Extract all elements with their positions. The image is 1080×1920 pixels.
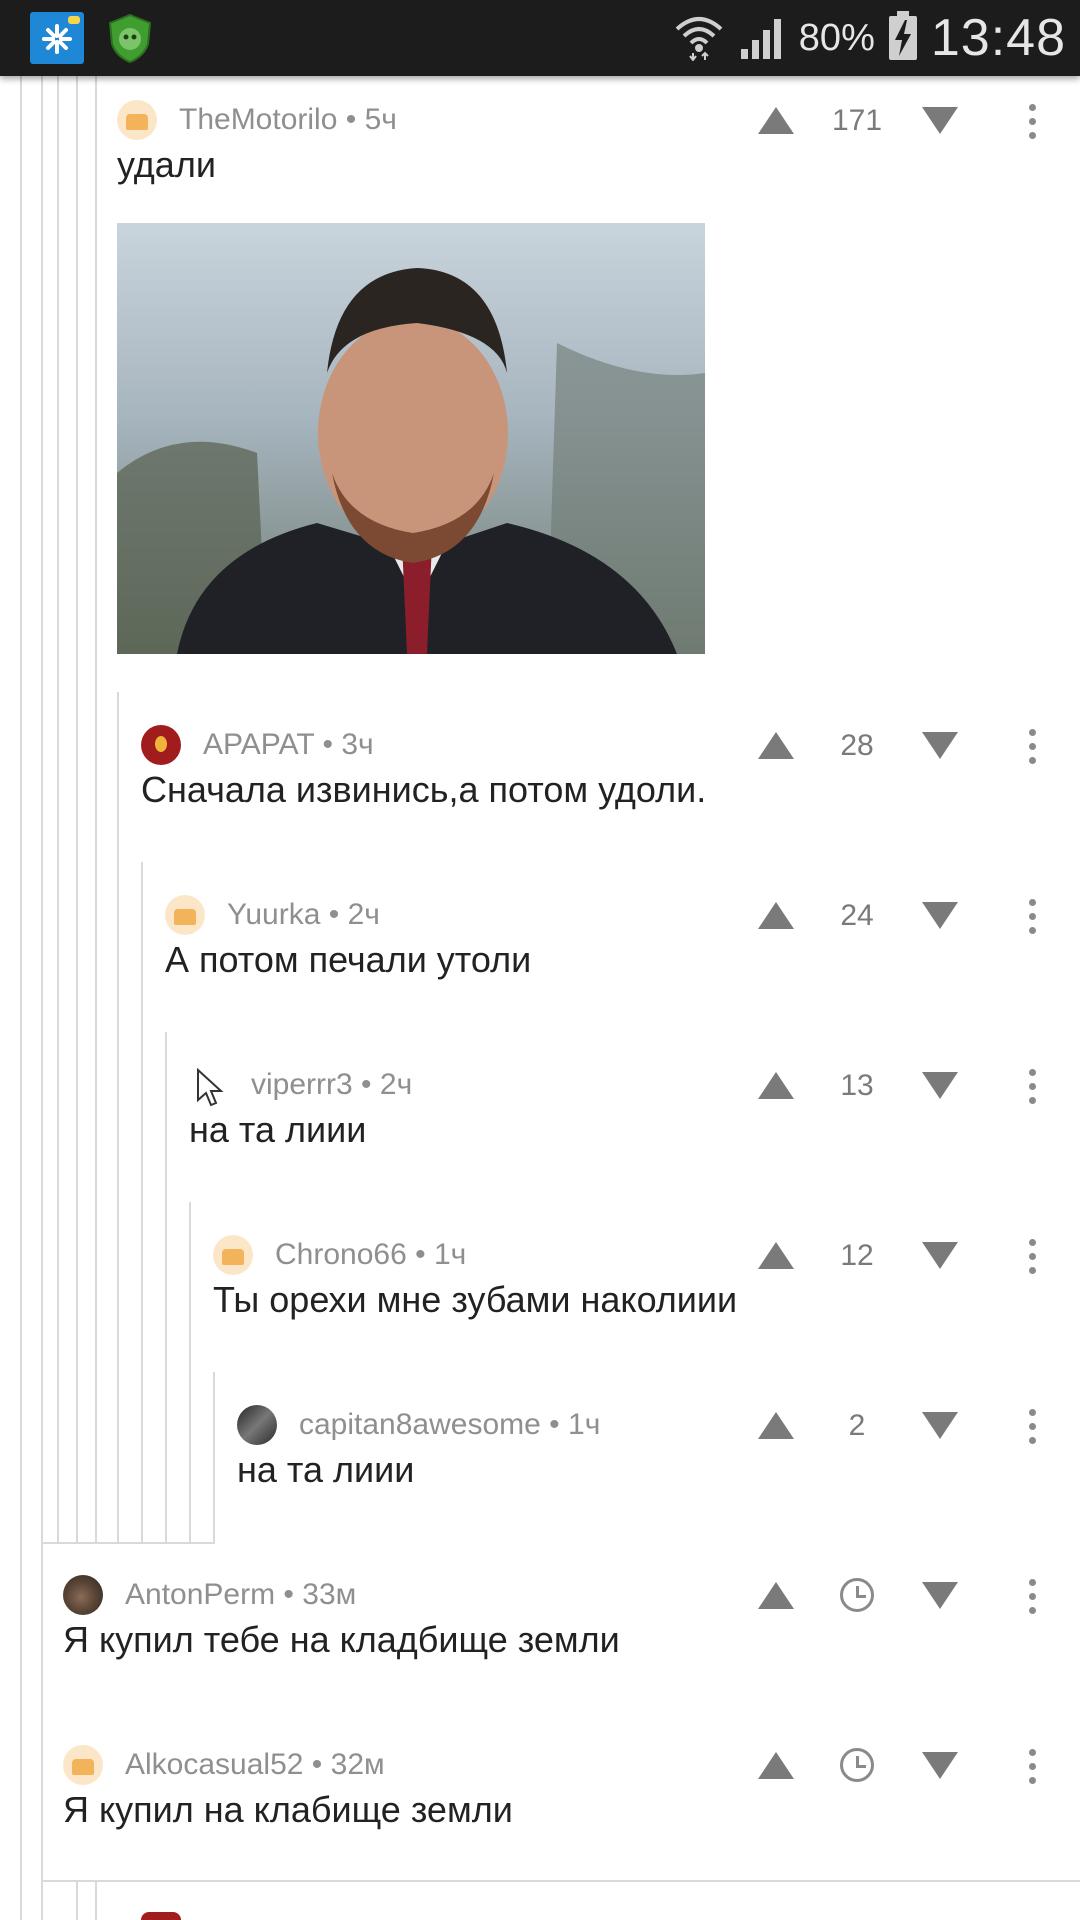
signal-icon [737, 11, 787, 66]
comment-time: 5ч [364, 103, 397, 136]
upvote-icon[interactable] [758, 1072, 794, 1099]
thread-line [76, 76, 78, 1544]
comment-author[interactable]: AntonPerm • 33м [125, 1578, 356, 1612]
thread-line [95, 1882, 97, 1920]
upvote-icon[interactable] [758, 1582, 794, 1609]
thread-line [20, 76, 22, 1920]
more-icon[interactable] [1029, 729, 1037, 765]
thread-line [41, 76, 43, 1920]
upvote-icon[interactable] [758, 732, 794, 759]
clock-icon [840, 1578, 874, 1612]
vote-count: 171 [831, 104, 883, 137]
downvote-icon[interactable] [922, 1412, 958, 1439]
comment-author[interactable]: capitan8awesome • 1ч [299, 1408, 600, 1442]
comment-text: Я купил на клабище земли [63, 1789, 513, 1830]
status-bar: 80% 13:48 [0, 0, 1080, 76]
user-avatar[interactable] [117, 100, 157, 140]
user-avatar[interactable] [237, 1405, 277, 1445]
user-avatar[interactable] [213, 1235, 253, 1275]
comment-text: на та лиии [237, 1449, 415, 1490]
more-icon[interactable] [1029, 1749, 1037, 1785]
comment-author[interactable]: Yuurka • 2ч [227, 898, 380, 932]
vote-count: 13 [840, 1069, 874, 1102]
author-name[interactable]: APAPAT [203, 728, 314, 761]
author-name[interactable]: TheMotorilo [179, 103, 337, 136]
comment-time: 1ч [433, 1238, 467, 1271]
battery-charging-icon [887, 10, 919, 67]
battery-percent: 80% [798, 16, 875, 59]
author-name[interactable]: Chrono66 [275, 1238, 407, 1271]
vote-count: 24 [840, 899, 874, 932]
downvote-icon[interactable] [922, 1582, 958, 1609]
comment-author[interactable]: APAPAT • 3ч [203, 728, 374, 762]
thread-line [165, 1032, 167, 1544]
thread-line [189, 1202, 191, 1544]
thread-line [117, 692, 119, 1544]
comment-author[interactable]: Chrono66 • 1ч [275, 1238, 466, 1272]
author-name[interactable]: AntonPerm [125, 1578, 275, 1611]
comment-author[interactable]: TheMotorilo • 5ч [179, 103, 397, 137]
thread-divider [41, 1880, 1080, 1882]
user-avatar[interactable] [141, 1912, 181, 1920]
thread-line [141, 862, 143, 1544]
vote-count: 12 [840, 1239, 874, 1272]
vote-count: 2 [848, 1409, 866, 1442]
comment-text: Сначала извинись,а потом удоли. [141, 769, 707, 810]
more-icon[interactable] [1029, 104, 1037, 140]
comment-text: удали [117, 144, 216, 185]
wifi-icon [673, 11, 725, 66]
upvote-icon[interactable] [758, 1412, 794, 1439]
user-avatar[interactable] [141, 725, 181, 765]
comment-time: 1ч [568, 1408, 601, 1441]
user-avatar[interactable] [63, 1575, 103, 1615]
comment-time: 2ч [379, 1068, 413, 1101]
comment-text: на та лиии [189, 1109, 367, 1150]
more-icon[interactable] [1029, 899, 1037, 935]
thread-line [76, 1882, 78, 1920]
downvote-icon[interactable] [922, 732, 958, 759]
upvote-icon[interactable] [758, 107, 794, 134]
comment-image[interactable] [117, 223, 705, 654]
user-avatar[interactable] [165, 895, 205, 935]
comment-time: 32м [330, 1748, 385, 1781]
author-name[interactable]: viperrr3 [251, 1068, 353, 1101]
thread-line [213, 1372, 215, 1544]
cursor-icon [196, 1067, 224, 1113]
more-icon[interactable] [1029, 1409, 1037, 1445]
thread-line [57, 76, 59, 1544]
downvote-icon[interactable] [922, 1072, 958, 1099]
comment-text: А потом печали утоли [165, 939, 532, 980]
comment-time: 33м [302, 1578, 357, 1611]
author-name[interactable]: capitan8awesome [299, 1408, 541, 1441]
downvote-icon[interactable] [922, 107, 958, 134]
user-avatar[interactable] [63, 1745, 103, 1785]
author-name[interactable]: Yuurka [227, 898, 320, 931]
comment-time: 3ч [341, 728, 374, 761]
clock-time: 13:48 [930, 9, 1066, 67]
more-icon[interactable] [1029, 1579, 1037, 1615]
comment-text: Ты орехи мне зубами наколиии [213, 1279, 738, 1320]
thread-line [95, 76, 97, 1544]
clock-icon [840, 1748, 874, 1782]
antivirus-shield-icon [104, 12, 156, 64]
upvote-icon[interactable] [758, 1242, 794, 1269]
author-name[interactable]: Alkocasual52 [125, 1748, 303, 1781]
more-icon[interactable] [1029, 1069, 1037, 1105]
vote-count: 28 [840, 729, 874, 762]
downvote-icon[interactable] [922, 902, 958, 929]
app-notification-icon [30, 12, 84, 64]
more-icon[interactable] [1029, 1239, 1037, 1275]
upvote-icon[interactable] [758, 1752, 794, 1779]
comment-text: Я купил тебе на кладбище земли [63, 1619, 620, 1660]
upvote-icon[interactable] [758, 902, 794, 929]
comment-time: 2ч [347, 898, 380, 931]
thread-divider [41, 1542, 215, 1544]
downvote-icon[interactable] [922, 1242, 958, 1269]
downvote-icon[interactable] [922, 1752, 958, 1779]
comment-author[interactable]: Alkocasual52 • 32м [125, 1748, 385, 1782]
comment-author[interactable]: viperrr3 • 2ч [251, 1068, 412, 1102]
